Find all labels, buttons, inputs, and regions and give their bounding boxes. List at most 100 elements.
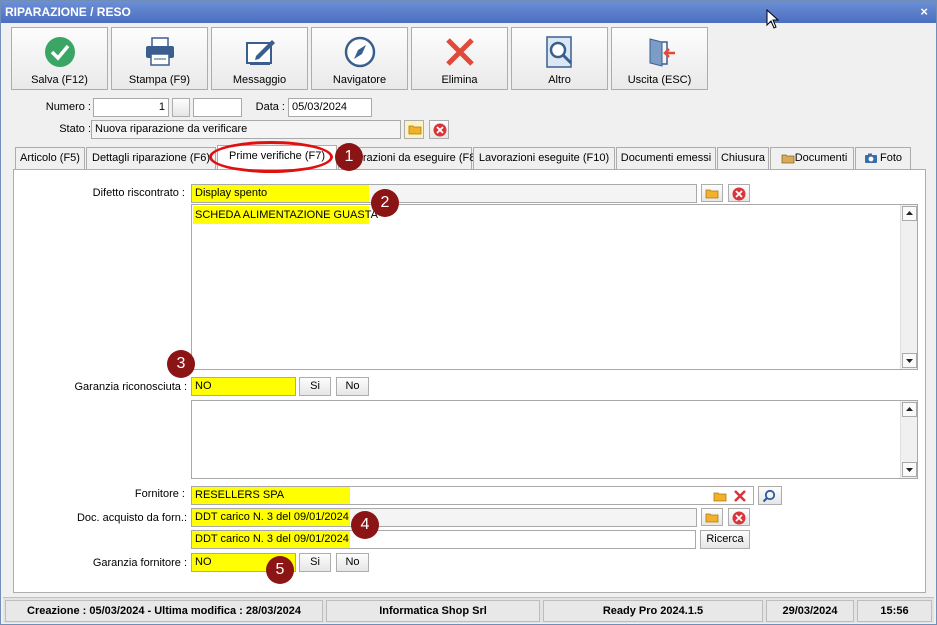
- doc-acquisto-detail-input[interactable]: DDT carico N. 3 del 09/01/2024: [191, 530, 696, 549]
- tab-foto[interactable]: Foto: [855, 147, 911, 169]
- scrollbar[interactable]: [900, 401, 917, 478]
- clear-icon: [732, 511, 746, 525]
- tab-lavorazioni-eseguite[interactable]: Lavorazioni eseguite (F10): [473, 147, 615, 169]
- delete-x-icon: [446, 38, 474, 66]
- garanzia-input[interactable]: NO: [191, 377, 296, 396]
- difetto-notes-textarea[interactable]: SCHEDA ALIMENTAZIONE GUASTA: [191, 204, 918, 370]
- exit-door-icon: [649, 38, 675, 67]
- fornitore-value: RESELLERS SPA: [195, 489, 285, 501]
- tab-articolo[interactable]: Articolo (F5): [15, 147, 85, 169]
- search-document-icon: [546, 36, 573, 68]
- folder-icon[interactable]: [713, 490, 727, 502]
- step-badge-3: 3: [167, 350, 195, 378]
- doc-acquisto-input[interactable]: DDT carico N. 3 del 09/01/2024: [191, 508, 697, 527]
- compass-icon: [344, 36, 376, 68]
- exit-button[interactable]: Uscita (ESC): [611, 27, 708, 90]
- tab-documenti-emessi[interactable]: Documenti emessi: [616, 147, 716, 169]
- delete-button-label: Elimina: [441, 74, 478, 86]
- step-badge-2: 2: [371, 189, 399, 217]
- garanzia-no-button[interactable]: No: [336, 377, 369, 396]
- check-icon: [45, 37, 75, 67]
- tab-documenti[interactable]: Documenti: [770, 147, 854, 169]
- step-badge-4: 4: [351, 511, 379, 539]
- date-input[interactable]: 05/03/2024: [288, 98, 372, 117]
- status-bar: Creazione : 05/03/2024 - Ultima modifica…: [3, 597, 934, 623]
- status-input[interactable]: Nuova riparazione da verificare: [91, 120, 401, 139]
- garanzia-fornitore-label: Garanzia fornitore :: [92, 557, 187, 569]
- scroll-down-icon[interactable]: [902, 353, 917, 368]
- status-browse-button[interactable]: [404, 120, 424, 139]
- scroll-up-icon[interactable]: [902, 402, 917, 417]
- numero-suffix-input[interactable]: [193, 98, 242, 117]
- difetto-label: Difetto riscontrato :: [92, 187, 185, 199]
- step-badge-5: 5: [266, 556, 294, 584]
- garanzia-notes-textarea[interactable]: [191, 400, 918, 479]
- fornitore-search-button[interactable]: [758, 486, 782, 505]
- clear-icon: [732, 187, 746, 201]
- navigator-button[interactable]: Navigatore: [311, 27, 408, 90]
- folder-icon: [408, 125, 422, 135]
- tab-chiusura[interactable]: Chiusura: [717, 147, 769, 169]
- status-creation: Creazione : 05/03/2024 - Ultima modifica…: [5, 600, 323, 622]
- status-date: 29/03/2024: [766, 600, 854, 622]
- garanzia-fornitore-si-button[interactable]: Si: [299, 553, 331, 572]
- title-bar: RIPARAZIONE / RESO ×: [1, 1, 936, 23]
- printer-icon: [146, 37, 174, 66]
- repair-window: RIPARAZIONE / RESO × Salva (F12) Stampa …: [0, 0, 937, 625]
- garanzia-label: Garanzia riconosciuta :: [74, 381, 188, 393]
- folder-icon: [705, 189, 719, 199]
- clear-icon: [433, 123, 447, 137]
- status-company: Informatica Shop Srl: [326, 600, 540, 622]
- doc-browse-button[interactable]: [701, 508, 723, 526]
- tab-foto-label: Foto: [879, 152, 902, 164]
- garanzia-si-button[interactable]: Si: [299, 377, 331, 396]
- scrollbar[interactable]: [900, 205, 917, 369]
- other-button-label: Altro: [548, 74, 571, 86]
- doc-acquisto-value: DDT carico N. 3 del 09/01/2024: [195, 511, 349, 523]
- difetto-browse-button[interactable]: [701, 184, 723, 202]
- stato-label: Stato :: [59, 123, 91, 135]
- print-button-label: Stampa (F9): [128, 74, 191, 86]
- doc-clear-button[interactable]: [728, 508, 750, 526]
- tab-dettagli-riparazione[interactable]: Dettagli riparazione (F6): [86, 147, 216, 169]
- save-button-label: Salva (F12): [31, 74, 88, 86]
- difetto-value: Display spento: [195, 187, 268, 199]
- status-clear-button[interactable]: [429, 120, 449, 139]
- camera-icon: [865, 153, 877, 163]
- window-title: RIPARAZIONE / RESO: [5, 5, 131, 19]
- ricerca-button[interactable]: Ricerca: [700, 530, 750, 549]
- scroll-down-icon[interactable]: [902, 462, 917, 477]
- message-button[interactable]: Messaggio: [211, 27, 308, 90]
- mouse-cursor-icon: [766, 9, 780, 29]
- navigator-button-label: Navigatore: [332, 74, 387, 86]
- folder-icon: [705, 513, 719, 523]
- delete-button[interactable]: Elimina: [411, 27, 508, 90]
- garanzia-fornitore-no-button[interactable]: No: [336, 553, 369, 572]
- doc-acquisto-label: Doc. acquisto da forn.:: [76, 512, 187, 524]
- message-button-label: Messaggio: [232, 74, 287, 86]
- data-label: Data :: [255, 101, 285, 113]
- step-badge-1: 1: [335, 143, 363, 171]
- tab-documenti-label: Documenti: [794, 152, 848, 164]
- exit-button-label: Uscita (ESC): [627, 74, 692, 86]
- doc-acquisto-detail-value: DDT carico N. 3 del 09/01/2024: [195, 533, 349, 545]
- difetto-notes-text: SCHEDA ALIMENTAZIONE GUASTA: [195, 209, 378, 221]
- fornitore-label: Fornitore :: [134, 488, 185, 500]
- numero-input[interactable]: 1: [93, 98, 169, 117]
- save-button[interactable]: Salva (F12): [11, 27, 108, 90]
- folder-icon: [781, 154, 795, 164]
- fornitore-input[interactable]: RESELLERS SPA: [191, 486, 754, 505]
- scroll-up-icon[interactable]: [902, 206, 917, 221]
- numero-series-button[interactable]: [172, 98, 190, 117]
- close-icon[interactable]: ×: [920, 1, 928, 23]
- numero-label: Numero :: [45, 101, 91, 113]
- other-button[interactable]: Altro: [511, 27, 608, 90]
- delete-x-icon[interactable]: [733, 489, 747, 503]
- status-time: 15:56: [857, 600, 932, 622]
- highlight-ring: [209, 141, 333, 173]
- difetto-clear-button[interactable]: [728, 184, 750, 202]
- difetto-input[interactable]: Display spento: [191, 184, 697, 203]
- message-edit-icon: [246, 40, 275, 65]
- print-button[interactable]: Stampa (F9): [111, 27, 208, 90]
- magnifier-icon: [762, 489, 776, 503]
